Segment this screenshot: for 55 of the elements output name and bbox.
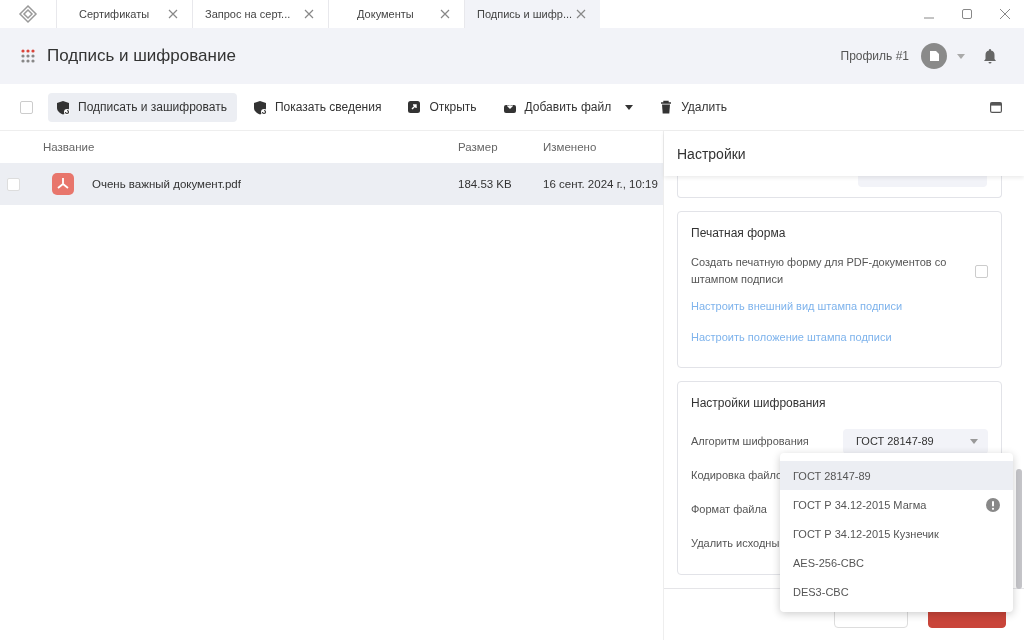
dropdown-item[interactable]: ГОСТ Р 34.12-2015 Кузнечик — [780, 519, 1013, 548]
toolbar-button[interactable]: Удалить — [651, 92, 737, 122]
row-checkbox[interactable] — [7, 177, 20, 191]
pdf-file-icon — [52, 173, 74, 195]
dropdown-item[interactable]: ГОСТ Р 34.12-2015 Магма — [780, 490, 1013, 519]
close-icon[interactable] — [1000, 9, 1010, 19]
panel-title: Настройки — [664, 131, 1024, 176]
toolbar-button[interactable]: Добавить файл — [494, 92, 644, 122]
close-icon[interactable] — [304, 9, 314, 19]
shield-icon — [56, 99, 70, 115]
section-title: Настройки шифрования — [691, 396, 827, 410]
toolbar-button[interactable]: Показать сведения — [244, 92, 392, 122]
column-header[interactable]: Размер — [458, 141, 543, 153]
table-row[interactable]: Очень важный документ.pdf 184.53 KB 16 сент. 2024 г., 10:19 — [0, 163, 663, 205]
tab[interactable]: Подпись и шифр... — [464, 0, 600, 28]
open-icon — [407, 99, 422, 115]
file-size: 184.53 KB — [458, 178, 513, 190]
field-label: Удалить исходны — [691, 537, 780, 549]
option-label: Создать печатную форму для PDF-документов со штампом подписи — [691, 255, 948, 287]
tab-label: Сертификаты — [79, 8, 150, 20]
modified-date: 16 сент. 2024 г., 10:19 — [543, 178, 659, 190]
tab-label: Запрос на серт... — [205, 8, 291, 20]
select-field[interactable]: ГОСТ 28147-89 — [843, 428, 988, 454]
toolbar-button[interactable]: Подписать и зашифровать — [48, 92, 237, 122]
dropdown-item[interactable]: DES3-CBC — [780, 577, 1013, 606]
select-all-checkbox[interactable] — [20, 100, 33, 114]
maximize-icon[interactable] — [962, 9, 972, 19]
page-title: Подпись и шифрование — [47, 46, 236, 66]
caret-icon[interactable] — [957, 53, 965, 59]
tab-label: Документы — [357, 8, 414, 20]
profile-name[interactable]: Профиль #1 — [840, 49, 909, 63]
dropdown-item[interactable]: AES-256-CBC — [780, 548, 1013, 577]
toolbar-button[interactable]: Открыть — [399, 92, 487, 122]
dropdown-item[interactable]: ГОСТ 28147-89 — [780, 461, 1013, 490]
checkbox[interactable] — [975, 264, 988, 278]
apps-menu-icon[interactable] — [21, 49, 35, 63]
panel-icon[interactable] — [990, 101, 1002, 113]
logo-icon — [18, 4, 38, 24]
close-icon[interactable] — [576, 9, 586, 19]
close-icon[interactable] — [440, 9, 450, 19]
delete-icon — [659, 99, 674, 115]
shield-icon — [252, 99, 267, 115]
avatar-icon[interactable] — [921, 43, 947, 69]
scrollbar-thumb[interactable] — [1016, 469, 1022, 589]
tab-label: Подпись и шифр... — [477, 8, 573, 20]
select-value: ГОСТ 28147-89 — [856, 435, 934, 447]
file-name: Очень важный документ.pdf — [92, 178, 241, 190]
column-header[interactable]: Изменено — [543, 141, 663, 153]
bell-icon[interactable] — [983, 48, 997, 64]
field-label: Алгоритм шифрования — [691, 435, 809, 447]
column-header[interactable]: Название — [43, 141, 458, 153]
close-icon[interactable] — [168, 9, 178, 19]
field-label: Формат файла — [691, 503, 767, 515]
caret-icon — [970, 438, 978, 444]
section-title: Печатная форма — [691, 226, 787, 240]
